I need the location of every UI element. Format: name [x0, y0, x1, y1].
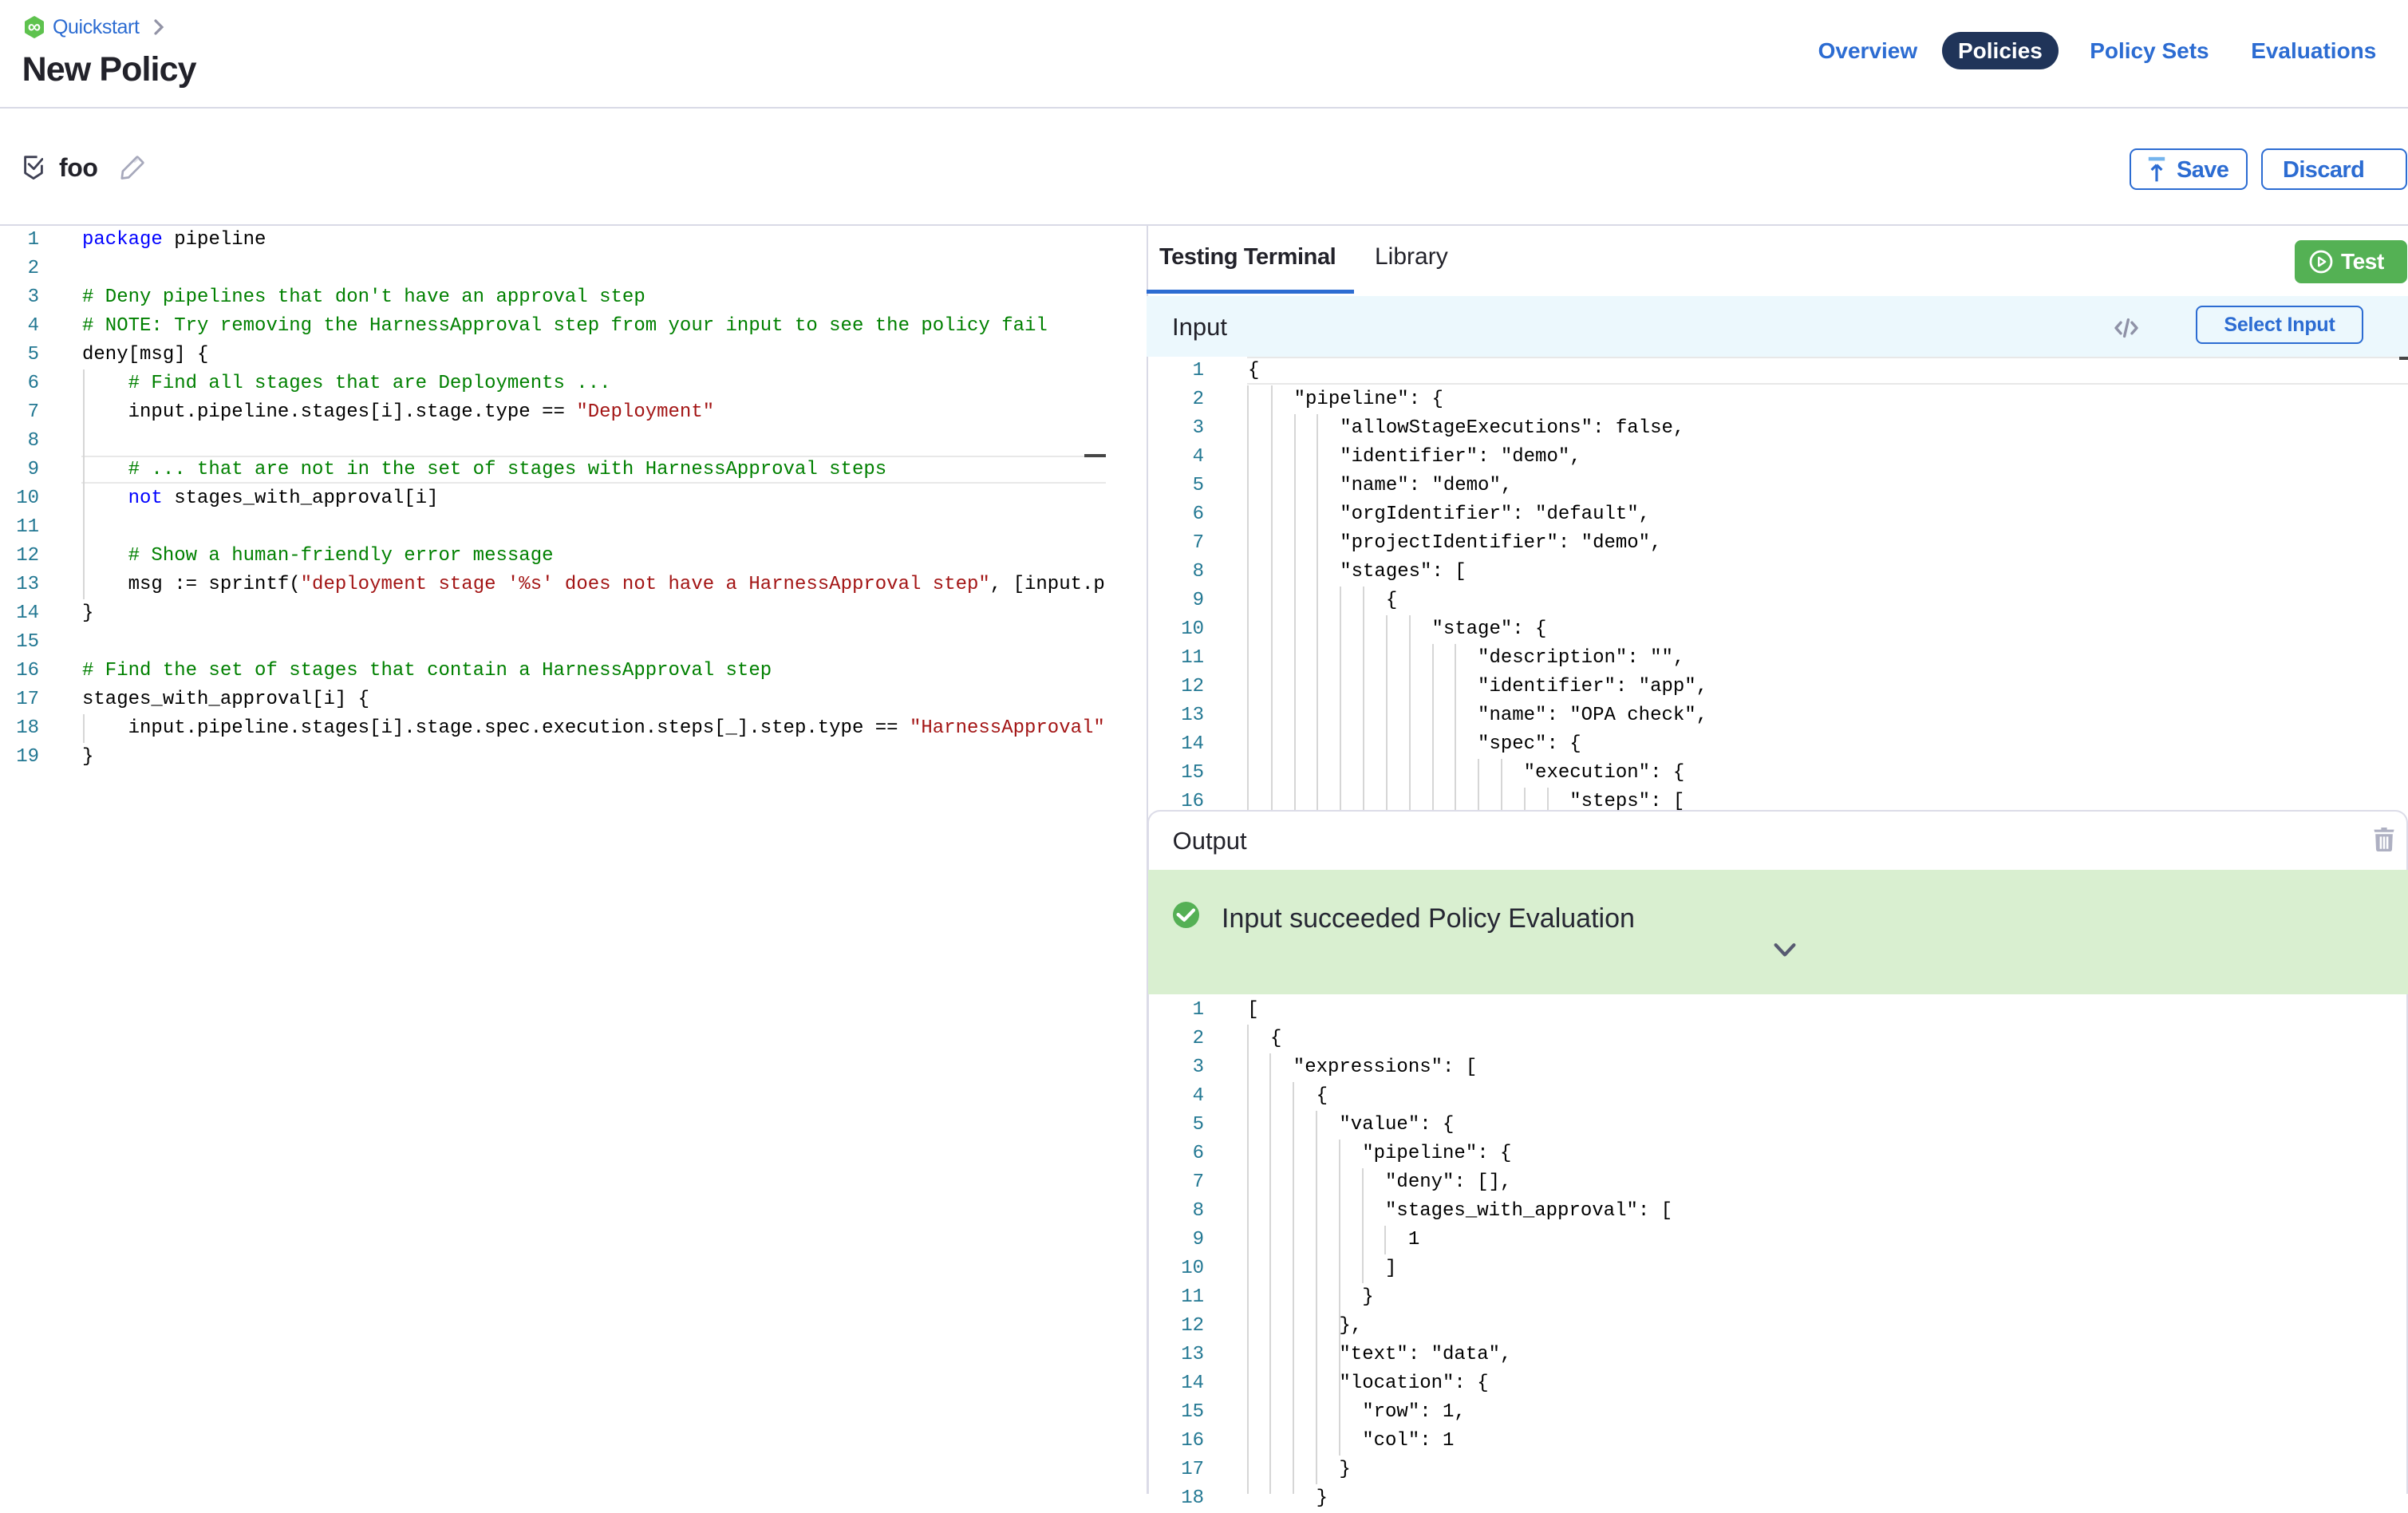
svg-text:∞: ∞ [28, 16, 41, 37]
